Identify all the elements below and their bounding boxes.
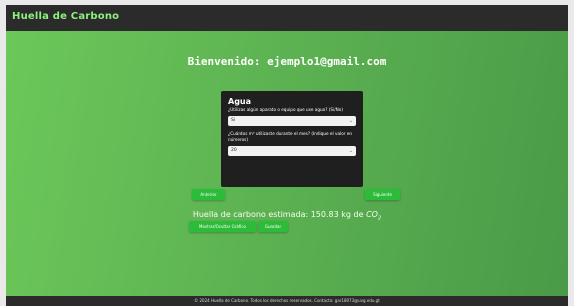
chevron-down-icon: ⌄ [348,118,353,124]
question-card: Agua ¿Utilizas algún aparato o equipo qu… [221,91,363,187]
brand-logo-text[interactable]: Huella de Carbono [12,11,119,22]
toggle-chart-button[interactable]: Mostrar/Ocultar Gráfico [189,221,256,232]
chevron-down-icon: ⌄ [348,148,353,154]
question-label-2: ¿Cuántos m³ utilizaste durante el mes? (… [228,131,353,142]
app-frame: Huella de Carbono Bienvenido: ejemplo1@g… [6,5,568,306]
top-navbar: Huella de Carbono [6,5,568,31]
card-title: Agua [228,97,252,106]
answer-select-2[interactable]: 20 ⌄ [228,146,356,156]
answer-select-2-value: 20 [231,148,237,153]
carbon-estimate-unit-sub: 2 [377,215,382,222]
welcome-heading: Bienvenido: ejemplo1@gmail.com [187,55,387,68]
answer-select-1-value: Si [231,118,236,123]
carbon-estimate-text: Huella de carbono estimada: 150.83 kg de [192,210,367,219]
previous-button[interactable]: Anterior [192,189,225,200]
carbon-estimate: Huella de carbono estimada: 150.83 kg de… [6,210,568,222]
carbon-estimate-unit: CO [366,210,378,219]
footer: © 2024 Huella de Carbono. Todos los dere… [6,296,568,306]
answer-select-1[interactable]: Si ⌄ [228,116,356,126]
question-label-1: ¿Utilizas algún aparato o equipo que use… [228,107,343,112]
next-button[interactable]: Siguiente [365,189,400,200]
save-button[interactable]: Guardar [258,221,288,232]
